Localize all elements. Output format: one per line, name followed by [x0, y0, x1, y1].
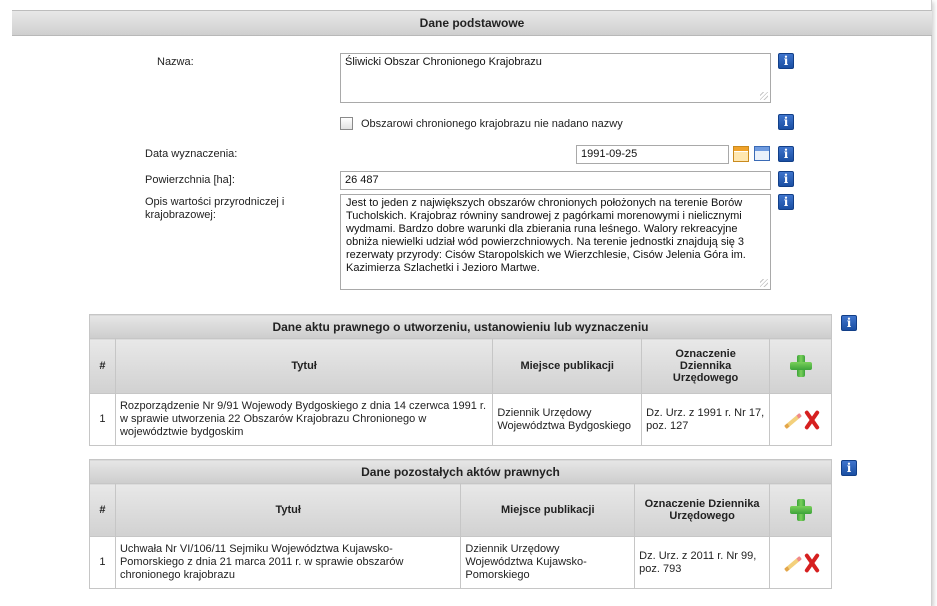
info-icon[interactable]: i [841, 315, 857, 331]
add-icon[interactable] [789, 499, 812, 521]
no-name-checkbox-label: Obszarowi chronionego krajobrazu nie nad… [361, 118, 623, 130]
panel-title: Dane podstawowe [12, 10, 932, 36]
add-row-cell [769, 338, 832, 394]
description-value: Jest to jeden z największych obszarów ch… [346, 197, 746, 274]
info-icon[interactable]: i [778, 194, 794, 210]
info-icon[interactable]: i [778, 146, 794, 162]
info-icon[interactable]: i [841, 460, 857, 476]
date-input[interactable]: 1991-09-25 [576, 145, 729, 164]
delete-icon[interactable] [801, 409, 821, 431]
date-label: Data wyznaczenia: [145, 148, 238, 160]
column-header-place: Miejsce publikacji [492, 338, 643, 394]
resize-grip-icon[interactable] [760, 279, 768, 287]
name-label: Nazwa: [157, 56, 194, 68]
row-journal: Dz. Urz. z 2011 r. Nr 99, poz. 793 [634, 536, 771, 589]
add-row-cell [769, 483, 832, 537]
info-icon[interactable]: i [778, 53, 794, 69]
row-num: 1 [89, 393, 116, 446]
description-textarea[interactable]: Jest to jeden z największych obszarów ch… [340, 194, 771, 290]
info-icon[interactable]: i [778, 171, 794, 187]
column-header-title: Tytuł [114, 483, 462, 537]
column-header-num: # [89, 338, 116, 394]
add-icon[interactable] [789, 355, 812, 377]
row-actions [769, 536, 832, 589]
resize-grip-icon[interactable] [760, 92, 768, 100]
row-place: Dziennik Urzędowy Województwa Kujawsko-P… [460, 536, 636, 589]
other-acts-table: Dane pozostałych aktów prawnych # Tytuł … [89, 459, 832, 589]
edit-pencil-icon[interactable] [781, 409, 803, 431]
edit-pencil-icon[interactable] [781, 552, 803, 574]
table-row: 1 Uchwała Nr VI/106/11 Sejmiku Województ… [89, 536, 832, 589]
description-label: Opis wartości przyrodniczej i krajobrazo… [145, 196, 285, 221]
column-header-place: Miejsce publikacji [460, 483, 636, 537]
info-icon[interactable]: i [778, 114, 794, 130]
column-header-journal: Oznaczenie Dziennika Urzędowego [641, 338, 771, 394]
row-title: Rozporządzenie Nr 9/91 Wojewody Bydgoski… [114, 393, 494, 446]
name-value: Śliwicki Obszar Chronionego Krajobrazu [345, 56, 542, 68]
row-num: 1 [89, 536, 116, 589]
basic-data-panel: Dane podstawowe Nazwa: Śliwicki Obszar C… [0, 0, 932, 606]
calendar-picker-icon[interactable] [754, 146, 770, 161]
other-acts-table-caption: Dane pozostałych aktów prawnych [89, 459, 832, 484]
area-label: Powierzchnia [ha]: [145, 174, 235, 186]
column-header-journal: Oznaczenie Dziennika Urzędowego [634, 483, 771, 537]
name-input[interactable]: Śliwicki Obszar Chronionego Krajobrazu [340, 53, 771, 103]
delete-icon[interactable] [801, 552, 821, 574]
calendar-icon[interactable] [733, 146, 749, 162]
legal-act-table: Dane aktu prawnego o utworzeniu, ustanow… [89, 314, 832, 446]
row-actions [769, 393, 832, 446]
row-title: Uchwała Nr VI/106/11 Sejmiku Województwa… [114, 536, 462, 589]
date-value: 1991-09-25 [581, 148, 638, 160]
column-header-title: Tytuł [114, 338, 494, 394]
area-input[interactable]: 26 487 [340, 171, 771, 190]
area-value: 26 487 [345, 174, 379, 186]
table-row: 1 Rozporządzenie Nr 9/91 Wojewody Bydgos… [89, 393, 832, 446]
row-place: Dziennik Urzędowy Województwa Bydgoskieg… [492, 393, 643, 446]
row-journal: Dz. Urz. z 1991 r. Nr 17, poz. 127 [641, 393, 771, 446]
no-name-checkbox[interactable] [340, 117, 353, 130]
legal-act-table-caption: Dane aktu prawnego o utworzeniu, ustanow… [89, 314, 832, 339]
column-header-num: # [89, 483, 116, 537]
